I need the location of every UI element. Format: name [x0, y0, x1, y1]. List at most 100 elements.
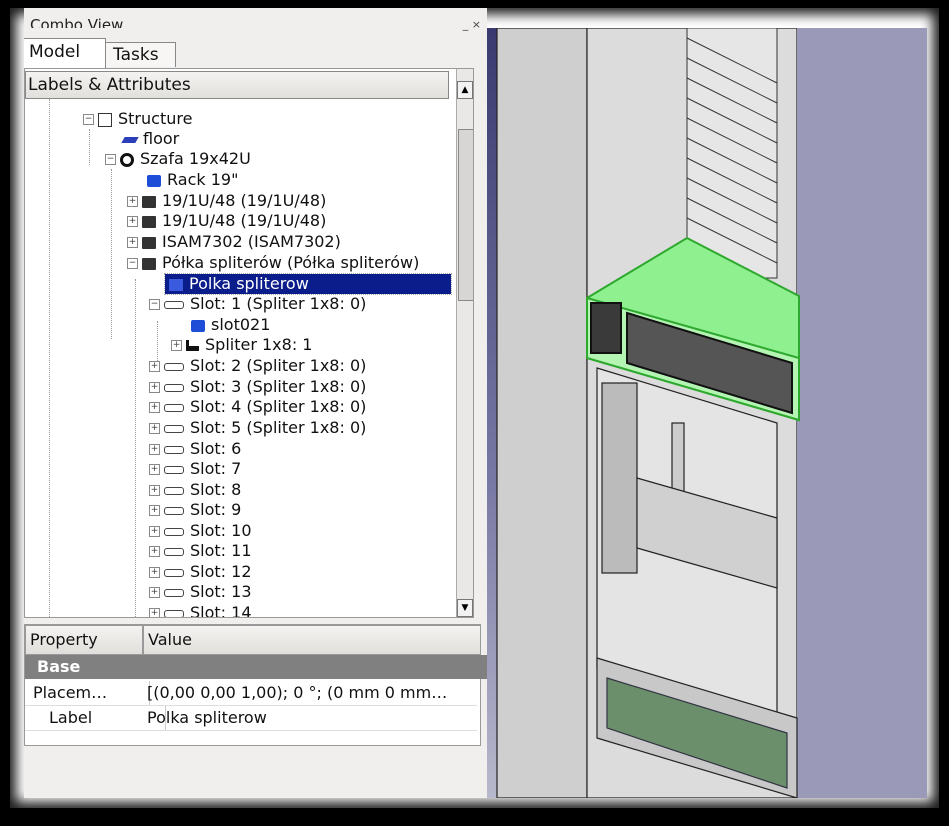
device-icon — [142, 236, 156, 249]
lower-equipment — [596, 367, 798, 798]
slot-icon — [164, 300, 184, 309]
window-frame: Combo View _ × Model Tasks Labels & Attr… — [10, 8, 939, 808]
tree-item-slot[interactable]: + Slot: 4 (Spliter 1x8: 0) — [149, 397, 366, 417]
expand-icon[interactable]: + — [149, 505, 160, 516]
slot-icon — [164, 465, 184, 474]
rack-3d-model — [496, 28, 927, 798]
expand-icon[interactable]: + — [149, 567, 160, 578]
collapse-icon[interactable]: − — [149, 299, 160, 310]
tab-bar: Model Tasks — [24, 38, 487, 68]
tree-line — [135, 279, 136, 617]
tree-item-splitter[interactable]: + Spliter 1x8: 1 — [171, 335, 312, 355]
cube-icon — [191, 319, 205, 332]
scroll-down-icon[interactable]: ▼ — [457, 599, 473, 617]
tree-item-slot[interactable]: + Slot: 10 — [149, 521, 252, 541]
tree-scrollbar[interactable]: ▲ ▼ — [456, 69, 473, 617]
expand-icon[interactable]: + — [149, 361, 160, 372]
tree-item-slot[interactable]: + Slot: 3 (Spliter 1x8: 0) — [149, 377, 366, 397]
tree-item-slot[interactable]: + Slot: 2 (Spliter 1x8: 0) — [149, 356, 366, 376]
device-icon — [142, 215, 156, 228]
tree-item-device[interactable]: +19/1U/48 (19/1U/48) — [127, 191, 326, 211]
slot-icon — [164, 362, 184, 371]
cube-icon — [147, 174, 161, 187]
slot-icon — [164, 445, 184, 454]
combo-view-panel: Combo View _ × Model Tasks Labels & Attr… — [24, 8, 487, 798]
tree-item-selected[interactable]: Polka spliterow — [164, 273, 452, 295]
property-name[interactable]: Placem… — [25, 681, 150, 706]
property-name[interactable]: Label — [25, 706, 166, 731]
tree-item-szafa[interactable]: − Szafa 19x42U — [105, 149, 251, 169]
expand-icon[interactable]: + — [149, 402, 160, 413]
value-column-header[interactable]: Value — [143, 625, 481, 655]
tree-line — [89, 129, 90, 165]
expand-icon[interactable]: + — [127, 216, 138, 227]
panel-controls[interactable]: _ × — [463, 18, 481, 31]
tree-item-slot[interactable]: + Slot: 8 — [149, 480, 241, 500]
slot-icon — [164, 506, 184, 515]
tree-item-slot021[interactable]: slot021 — [191, 315, 270, 335]
expand-icon[interactable]: + — [127, 196, 138, 207]
slot-icon — [164, 609, 184, 617]
tab-model[interactable]: Model — [24, 38, 106, 68]
slot-icon — [164, 588, 184, 597]
expand-icon[interactable]: + — [149, 546, 160, 557]
expand-icon[interactable]: + — [149, 608, 160, 617]
collapse-icon[interactable]: − — [127, 258, 138, 269]
property-column-header[interactable]: Property — [25, 625, 143, 655]
tab-tasks[interactable]: Tasks — [102, 42, 176, 67]
property-group-base[interactable]: Base — [25, 655, 487, 679]
slot-icon — [164, 403, 184, 412]
structure-icon — [98, 112, 112, 127]
slot-icon — [164, 527, 184, 536]
device-icon — [142, 195, 156, 208]
tree-item-structure[interactable]: − Structure — [83, 109, 192, 129]
tree-item-slot[interactable]: + Slot: 12 — [149, 562, 252, 582]
tree-line — [49, 99, 50, 617]
collapse-icon[interactable]: − — [105, 154, 116, 165]
tree-item-device[interactable]: +19/1U/48 (19/1U/48) — [127, 211, 326, 231]
tree-item-slot[interactable]: + Slot: 6 — [149, 439, 241, 459]
expand-icon[interactable]: + — [149, 464, 160, 475]
tree-item-slot[interactable]: + Slot: 9 — [149, 500, 241, 520]
scroll-up-icon[interactable]: ▲ — [457, 81, 473, 99]
expand-icon[interactable]: + — [149, 526, 160, 537]
slot-icon — [164, 486, 184, 495]
floor-icon — [121, 136, 139, 143]
3d-view[interactable] — [487, 28, 927, 798]
tree-item-rack[interactable]: Rack 19" — [147, 170, 238, 190]
slot-icon — [164, 424, 184, 433]
expand-icon[interactable]: + — [149, 587, 160, 598]
tree-item-floor[interactable]: floor — [121, 129, 179, 149]
tree-item-slot[interactable]: + Slot: 13 — [149, 582, 252, 602]
scroll-thumb[interactable] — [458, 129, 473, 301]
expand-icon[interactable]: + — [149, 423, 160, 434]
tree-item-slot[interactable]: − Slot: 1 (Spliter 1x8: 0) — [149, 294, 366, 314]
splitter-icon — [186, 340, 199, 351]
property-value[interactable]: Polka spliterow — [147, 706, 477, 731]
tree-item-slot[interactable]: + Slot: 7 — [149, 459, 241, 479]
slot-icon — [164, 547, 184, 556]
assembly-icon — [120, 152, 134, 167]
expand-icon[interactable]: + — [149, 485, 160, 496]
tree-header[interactable]: Labels & Attributes — [25, 71, 449, 99]
property-value[interactable]: [(0,00 0,00 1,00); 0 °; (0 mm 0 mm… — [147, 681, 477, 706]
combo-view-title: Combo View — [30, 16, 124, 28]
tree-item-slot[interactable]: + Slot: 14 — [149, 603, 252, 617]
tree-item-isam[interactable]: + ISAM7302 (ISAM7302) — [127, 232, 341, 252]
model-tree: Labels & Attributes − Structure floor − Sz… — [24, 68, 474, 618]
collapse-icon[interactable]: − — [83, 114, 94, 125]
tree-item-slot[interactable]: + Slot: 5 (Spliter 1x8: 0) — [149, 418, 366, 438]
device-icon — [142, 257, 156, 270]
tree-line — [111, 169, 112, 339]
expand-icon[interactable]: + — [149, 382, 160, 393]
expand-icon[interactable]: + — [171, 340, 182, 351]
property-editor: Property Value Base Placem… [(0,00 0,00 … — [24, 624, 487, 746]
tree-item-polka[interactable]: − Półka spliterów (Półka spliterów) — [127, 253, 419, 273]
cube-icon — [169, 278, 183, 291]
vent-panel — [686, 28, 778, 279]
slot-icon — [164, 383, 184, 392]
slot-icon — [164, 568, 184, 577]
expand-icon[interactable]: + — [127, 237, 138, 248]
expand-icon[interactable]: + — [149, 444, 160, 455]
tree-item-slot[interactable]: + Slot: 11 — [149, 541, 252, 561]
